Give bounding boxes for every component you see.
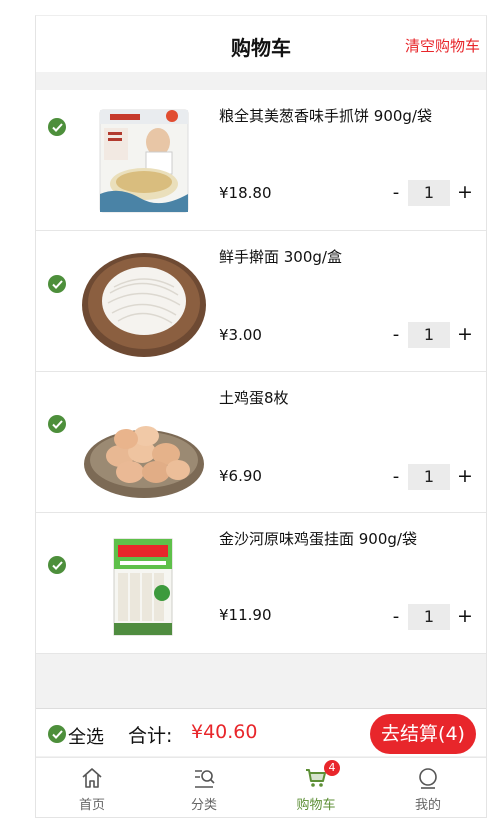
increase-button[interactable]: + xyxy=(457,465,473,487)
quantity-stepper: - 1 + xyxy=(390,464,476,490)
checkout-button[interactable]: 去结算(4) xyxy=(370,714,476,754)
home-icon xyxy=(82,768,102,788)
item-check-icon[interactable] xyxy=(48,556,66,574)
tab-bar: 首页 分类 4 购物车 我的 xyxy=(36,757,486,817)
checkout-bar: 全选 合计: ¥40.60 去结算(4) xyxy=(36,708,486,756)
product-image xyxy=(80,525,208,643)
increase-button[interactable]: + xyxy=(457,181,473,203)
product-price: ¥6.90 xyxy=(219,467,262,485)
item-check-icon[interactable] xyxy=(48,275,66,293)
product-price: ¥3.00 xyxy=(219,326,262,344)
quantity-field[interactable]: 1 xyxy=(408,322,450,348)
item-check-icon[interactable] xyxy=(48,118,66,136)
tab-label: 分类 xyxy=(190,798,217,813)
cart-count-badge: 4 xyxy=(324,760,340,776)
tab-label: 购物车 xyxy=(296,798,336,813)
tab-label: 我的 xyxy=(414,798,441,813)
cart-item: 土鸡蛋8枚 ¥6.90 - 1 + xyxy=(36,372,486,513)
quantity-stepper: - 1 + xyxy=(390,180,476,206)
tab-home[interactable]: 首页 xyxy=(36,758,148,817)
cart-item: 粮全其美葱香味手抓饼 900g/袋 ¥18.80 - 1 + xyxy=(36,90,486,231)
quantity-stepper: - 1 + xyxy=(390,322,476,348)
product-name: 鲜手擀面 300g/盒 xyxy=(219,248,342,266)
tab-label: 首页 xyxy=(78,798,105,813)
tab-category[interactable]: 分类 xyxy=(148,758,260,817)
app-frame: 购物车 清空购物车 粮全其美葱香味手抓饼 900g/袋 ¥18.80 - 1 +… xyxy=(35,15,487,818)
total-label: 合计: xyxy=(128,725,173,747)
cart-list: 粮全其美葱香味手抓饼 900g/袋 ¥18.80 - 1 + 鲜手擀面 300g… xyxy=(36,90,486,654)
category-icon xyxy=(195,770,215,788)
decrease-button[interactable]: - xyxy=(390,466,402,487)
increase-button[interactable]: + xyxy=(457,605,473,627)
quantity-field[interactable]: 1 xyxy=(408,180,450,206)
total-value: ¥40.60 xyxy=(191,721,258,743)
decrease-button[interactable]: - xyxy=(390,182,402,203)
product-name: 土鸡蛋8枚 xyxy=(219,389,289,407)
clear-cart-button[interactable]: 清空购物车 xyxy=(405,35,480,56)
cart-item: 鲜手擀面 300g/盒 ¥3.00 - 1 + xyxy=(36,231,486,372)
quantity-field[interactable]: 1 xyxy=(408,464,450,490)
tab-cart[interactable]: 4 购物车 xyxy=(260,758,372,817)
product-image xyxy=(80,243,208,361)
item-check-icon[interactable] xyxy=(48,415,66,433)
profile-icon xyxy=(419,768,437,789)
decrease-button[interactable]: - xyxy=(390,606,402,627)
select-all-label[interactable]: 全选 xyxy=(68,723,104,749)
increase-button[interactable]: + xyxy=(457,323,473,345)
product-price: ¥18.80 xyxy=(219,184,272,202)
product-image xyxy=(80,384,208,502)
quantity-field[interactable]: 1 xyxy=(408,604,450,630)
header: 购物车 清空购物车 xyxy=(36,16,486,72)
product-price: ¥11.90 xyxy=(219,606,272,624)
tab-profile[interactable]: 我的 xyxy=(372,758,484,817)
decrease-button[interactable]: - xyxy=(390,324,402,345)
product-image xyxy=(80,102,208,220)
product-name: 粮全其美葱香味手抓饼 900g/袋 xyxy=(219,107,432,125)
product-name: 金沙河原味鸡蛋挂面 900g/袋 xyxy=(219,530,417,548)
cart-item: 金沙河原味鸡蛋挂面 900g/袋 ¥11.90 - 1 + xyxy=(36,513,486,654)
select-all-check-icon[interactable] xyxy=(48,725,66,743)
quantity-stepper: - 1 + xyxy=(390,604,476,630)
